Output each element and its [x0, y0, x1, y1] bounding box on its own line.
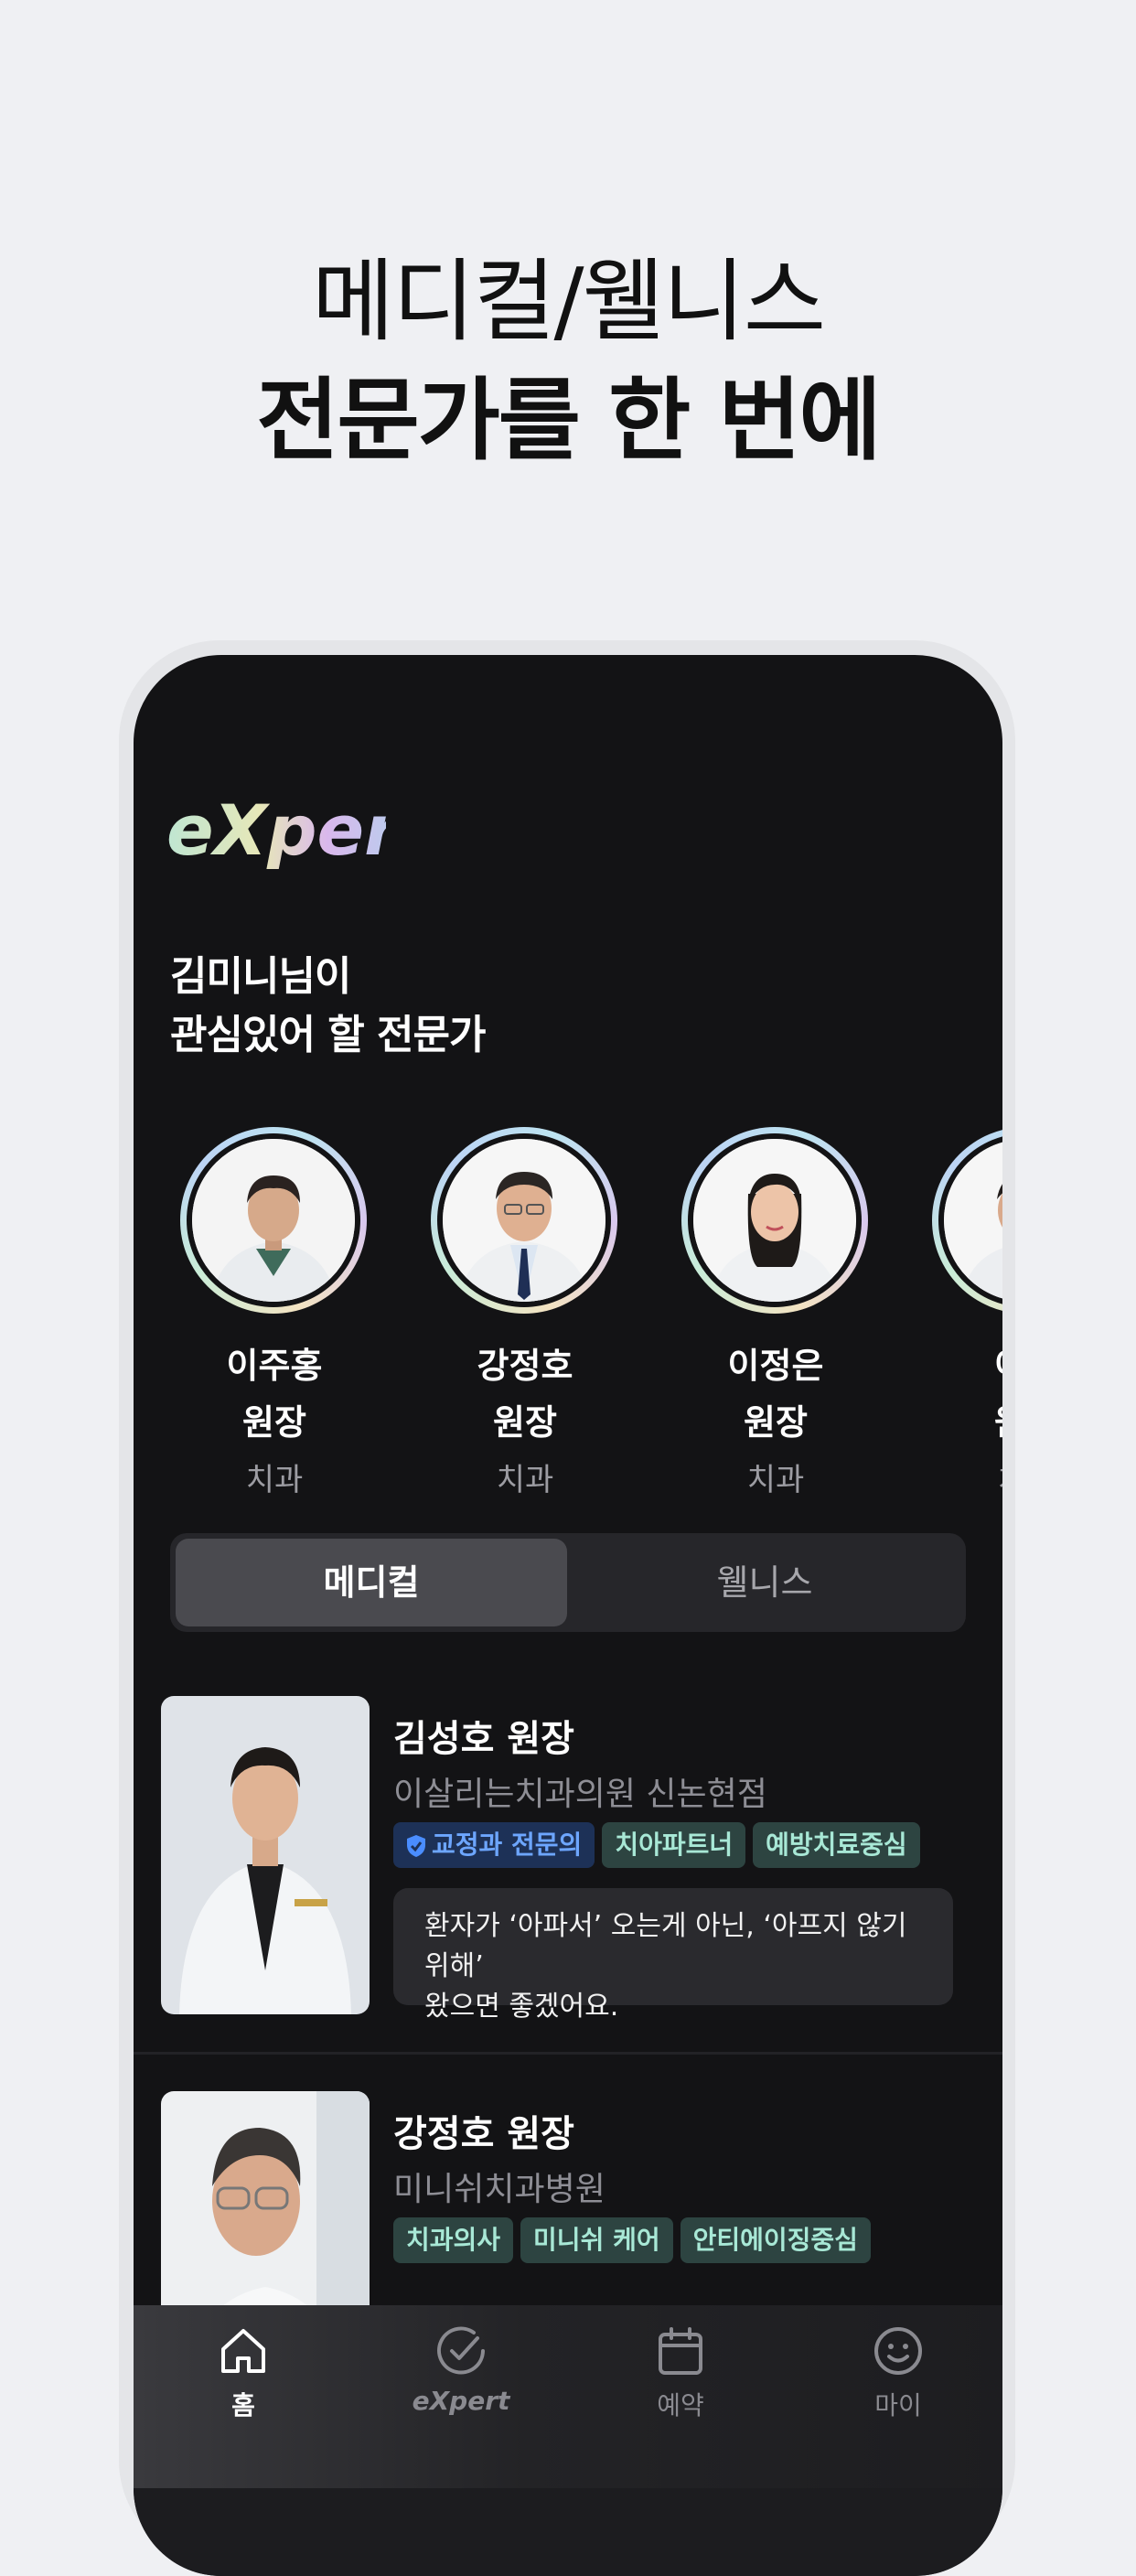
- greeting-line-2: 관심있어 할 전문가: [170, 1012, 486, 1058]
- tag: 안티에이징중심: [680, 2217, 871, 2263]
- expert-carousel[interactable]: 이주홍 원장 치과 강정호 원장 치과 이정은 원장 치과: [134, 1127, 1002, 1539]
- check-circle-icon: [437, 2326, 485, 2375]
- tab-expert-label: eXpert: [412, 2386, 510, 2416]
- expert-avatar: [180, 1127, 367, 1314]
- greeting-line-1: 김미니님이: [170, 953, 351, 1000]
- smile-icon: [874, 2327, 922, 2375]
- svg-text:eXpert: eXpert: [166, 789, 386, 871]
- expert-avatar: [431, 1127, 617, 1314]
- expert-dept: 치과: [921, 1454, 1002, 1499]
- tab-wellness[interactable]: 웰니스: [569, 1539, 960, 1626]
- tag: 예방치료중심: [753, 1822, 920, 1868]
- expert-card-name: 김성호 원장: [393, 1718, 574, 1760]
- expert-avatar: [681, 1127, 868, 1314]
- expert-card-name: 강정호 원장: [393, 2113, 574, 2155]
- expert-card-clinic: 이살리는치과의원 신논현점: [393, 1776, 767, 1813]
- expert-name: 이정은 원장: [727, 1346, 824, 1443]
- tab-my[interactable]: 마이: [816, 2324, 981, 2422]
- headline-line-2: 전문가를 한 번에: [256, 369, 881, 473]
- headline-line-1: 메디컬/웰니스: [312, 250, 826, 354]
- tag: 치아파트너: [602, 1822, 746, 1868]
- category-segmented-control: 메디컬 웰니스: [170, 1533, 966, 1632]
- expert-dept: 치과: [496, 1462, 554, 1498]
- expert-dept: 치과: [245, 1462, 304, 1498]
- expert-card[interactable]: 김성호 원장 이살리는치과의원 신논현점 교정과 전문의 치아파트너 예방치료중심…: [134, 1696, 1002, 2025]
- expert-card-clinic: 미니쉬치과병원: [393, 2171, 606, 2208]
- expert-card-photo: [161, 1696, 370, 2014]
- recommend-heading: 김미니님이 관심있어 할 전문가: [170, 948, 486, 1065]
- calendar-icon: [659, 2327, 702, 2375]
- expert-card-quote: 환자가 ‘아파서’ 오는게 아닌, ‘아프지 않기위해’ 왔으면 좋겠어요.: [393, 1888, 953, 2023]
- expert-name: 이주홍 원장: [226, 1346, 323, 1443]
- expert-avatar: [932, 1127, 1002, 1314]
- expert-card-tags: 교정과 전문의 치아파트너 예방치료중심: [393, 1822, 927, 1868]
- expert-card-tags: 치과의사 미니쉬 케어 안티에이징중심: [393, 2217, 878, 2263]
- tab-medical[interactable]: 메디컬: [176, 1539, 567, 1626]
- promo-headline: 메디컬/웰니스 전문가를 한 번에: [0, 242, 1136, 480]
- tab-reserve-label: 예약: [657, 2390, 704, 2420]
- expert-name: 이상 원장: [921, 1337, 1002, 1451]
- tag: 미니쉬 케어: [520, 2217, 673, 2263]
- shield-check-icon: [407, 1835, 425, 1857]
- tab-reserve[interactable]: 예약: [598, 2324, 763, 2422]
- app-screen: eXpert 김미니님이 관심있어 할 전문가: [134, 655, 1002, 2576]
- tab-expert[interactable]: eXpert: [379, 2324, 543, 2416]
- tab-home[interactable]: 홈: [161, 2324, 326, 2422]
- tab-home-label: 홈: [231, 2390, 255, 2420]
- bottom-tab-bar: 홈 eXpert 예약 마이: [134, 2305, 1002, 2576]
- expert-name: 강정호 원장: [477, 1346, 573, 1443]
- tag-specialist: 교정과 전문의: [393, 1822, 595, 1868]
- tab-my-label: 마이: [874, 2390, 922, 2420]
- expert-dept: 치과: [746, 1462, 805, 1498]
- home-icon: [221, 2329, 265, 2373]
- expert-logo: eXpert: [166, 789, 386, 871]
- tag: 치과의사: [393, 2217, 514, 2263]
- card-divider: [134, 2052, 1002, 2055]
